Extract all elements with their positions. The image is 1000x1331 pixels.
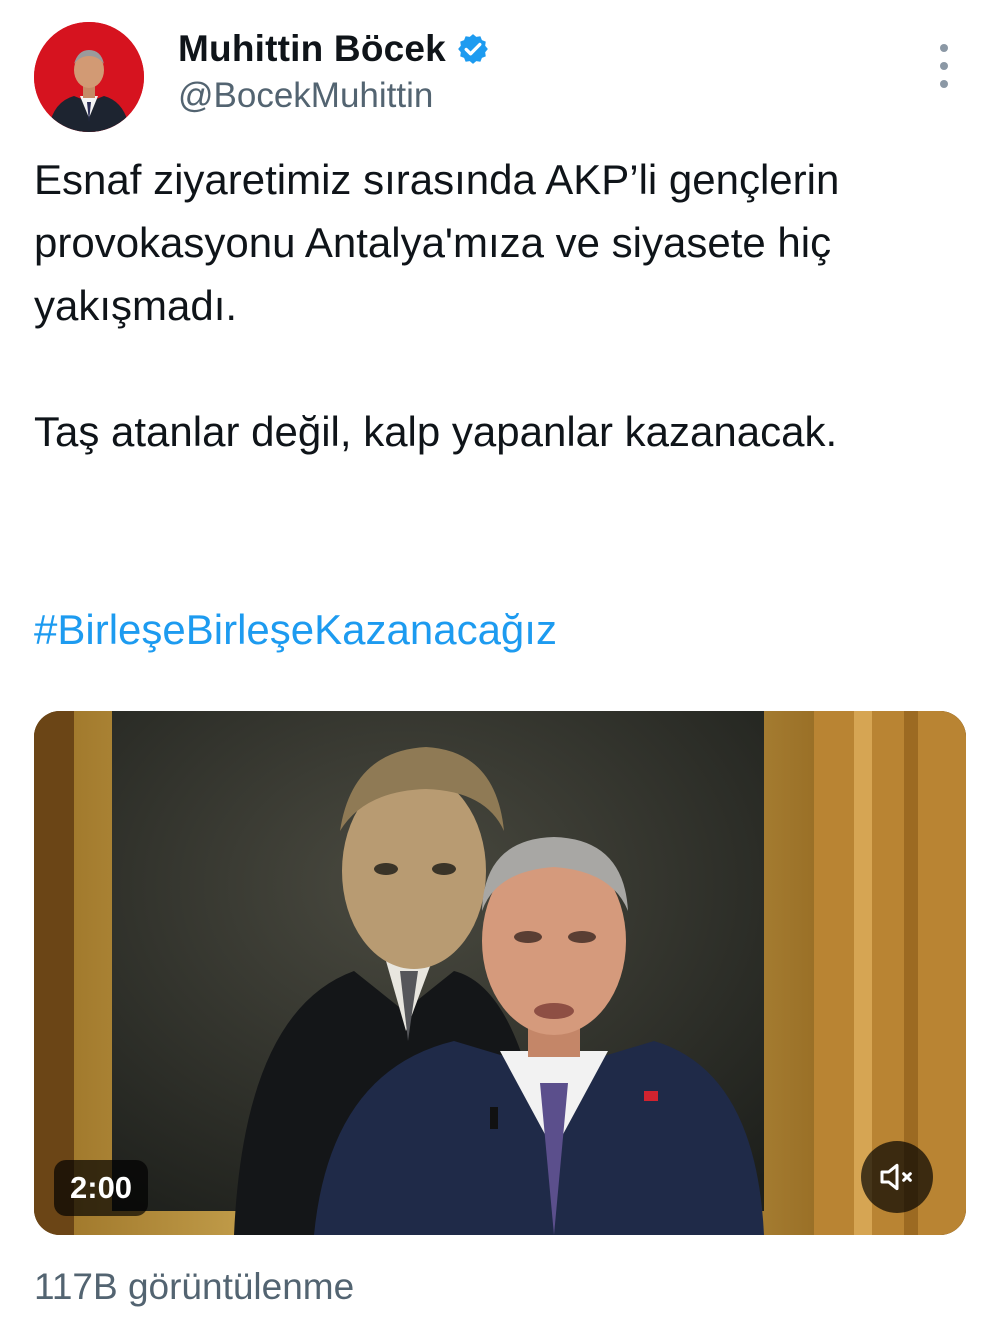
avatar[interactable] [34, 22, 144, 132]
verified-badge-icon [458, 34, 488, 64]
tweet-text: Esnaf ziyaretimiz sırasında AKP’li gençl… [34, 148, 964, 463]
more-dot [940, 80, 948, 88]
view-count: 117B görüntülenme [34, 1266, 355, 1307]
more-dot [940, 62, 948, 70]
profile-photo [34, 22, 144, 132]
volume-muted-icon [880, 1163, 912, 1191]
more-options-icon[interactable] [932, 44, 956, 88]
author-display-name[interactable]: Muhittin Böcek [178, 28, 446, 70]
mute-toggle-button[interactable] [861, 1141, 933, 1213]
author-handle[interactable]: @BocekMuhittin [178, 76, 433, 116]
author-name-row[interactable]: Muhittin Böcek [178, 26, 490, 72]
video-player[interactable] [34, 711, 966, 1235]
video-frame [34, 711, 966, 1235]
tweet-paragraph: Esnaf ziyaretimiz sırasında AKP’li gençl… [34, 156, 840, 329]
more-dot [940, 44, 948, 52]
video-duration-badge: 2:00 [54, 1160, 149, 1216]
tweet-paragraph: Taş atanlar değil, kalp yapanlar kazanac… [34, 408, 838, 455]
hashtag-link[interactable]: #BirleşeBirleşeKazanacağız [34, 598, 557, 661]
